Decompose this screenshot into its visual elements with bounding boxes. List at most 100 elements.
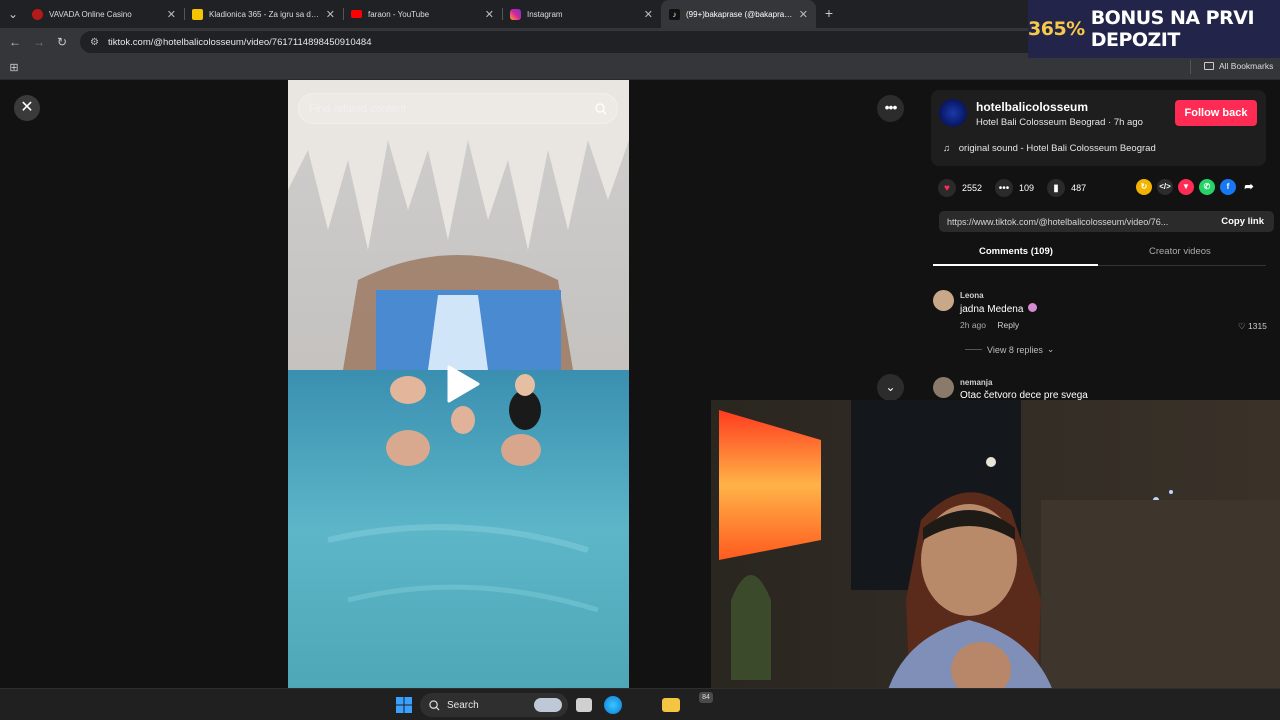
- tab-vavada[interactable]: VAVADA Online Casino ✕: [24, 0, 184, 28]
- promo-text: BONUS NA PRVI DEPOZIT: [1090, 7, 1255, 51]
- creator-info-card: hotelbalicolosseum Hotel Bali Colosseum …: [931, 90, 1266, 166]
- avatar[interactable]: [933, 290, 954, 311]
- sound-link[interactable]: ♫ original sound - Hotel Bali Colosseum …: [943, 143, 1156, 154]
- share-arrow-icon[interactable]: ➦: [1241, 179, 1257, 195]
- tab-kladionica[interactable]: Kladionica 365 - Za igru sa drug ✕: [184, 0, 343, 28]
- heart-outline-icon: ♡: [1238, 321, 1246, 331]
- instagram-favicon-icon: [510, 8, 521, 20]
- forward-arrow-icon[interactable]: →: [31, 34, 47, 50]
- close-icon[interactable]: ✕: [326, 8, 335, 21]
- share-link-box: https://www.tiktok.com/@hotelbalicolosse…: [939, 211, 1274, 232]
- comment-author[interactable]: Leona: [960, 291, 984, 300]
- more-options-button[interactable]: •••: [877, 95, 904, 122]
- tab-creator-videos[interactable]: Creator videos: [1149, 246, 1211, 257]
- search-icon[interactable]: [595, 102, 607, 115]
- repost-icon[interactable]: ↻: [1136, 179, 1152, 195]
- like-count: 2552: [962, 183, 983, 193]
- comment-item: nemanja Otac četvoro dece pre svega: [933, 377, 1273, 401]
- next-video-chevron-down-icon[interactable]: ⌄: [877, 374, 904, 401]
- facebook-icon[interactable]: f: [1220, 179, 1236, 195]
- youtube-favicon-icon: [351, 10, 362, 18]
- view-replies-label: View 8 replies: [987, 344, 1043, 355]
- comment-time: 2h ago: [960, 320, 986, 330]
- close-icon[interactable]: ✕: [644, 8, 653, 21]
- apps-grid-icon[interactable]: ⊞: [6, 60, 22, 76]
- creator-display-name: Hotel Bali Colosseum Beograd: [976, 117, 1106, 128]
- comment-like-count: 1315: [1248, 321, 1267, 331]
- send-icon[interactable]: ▼: [1178, 179, 1194, 195]
- comment-body: jadna Medena: [960, 304, 1024, 315]
- view-replies-button[interactable]: View 8 replies ⌄: [965, 344, 1054, 355]
- find-related-search[interactable]: Find related content: [298, 93, 618, 124]
- vavada-favicon-icon: [32, 8, 43, 20]
- bookmarks-divider: [1190, 60, 1191, 74]
- back-arrow-icon[interactable]: ←: [7, 34, 23, 50]
- search-icon: [429, 699, 440, 711]
- tab-youtube[interactable]: faraon - YouTube ✕: [343, 0, 502, 28]
- comment-bubble-icon: •••: [995, 179, 1014, 197]
- chevron-down-icon: ⌄: [1046, 344, 1055, 354]
- task-view-icon[interactable]: [576, 698, 592, 712]
- taskbar-search-label: Search: [447, 699, 479, 711]
- comment-like-button[interactable]: ♡ 1315: [1238, 321, 1267, 332]
- tab-title: VAVADA Online Casino: [49, 9, 132, 19]
- share-url[interactable]: https://www.tiktok.com/@hotelbalicolosse…: [939, 217, 1211, 227]
- tab-title: (99+)bakaprase (@bakaprase) |: [686, 9, 793, 19]
- url-text: tiktok.com/@hotelbalicolosseum/video/761…: [107, 36, 372, 48]
- copy-link-button[interactable]: Copy link: [1211, 216, 1274, 227]
- new-tab-button[interactable]: +: [821, 5, 837, 21]
- replies-divider: [965, 349, 982, 350]
- close-icon[interactable]: ✕: [799, 8, 808, 21]
- post-time: 7h ago: [1113, 117, 1143, 128]
- close-icon[interactable]: ✕: [167, 8, 176, 21]
- close-video-button[interactable]: ✕: [14, 95, 40, 121]
- panel-tabs: Comments (109) Creator videos: [933, 240, 1266, 266]
- bookmark-icon: ▮: [1047, 179, 1066, 197]
- whatsapp-icon[interactable]: ✆: [1199, 179, 1215, 195]
- close-icon[interactable]: ✕: [485, 8, 494, 21]
- engagement-stats: ♥ 2552 ••• 109 ▮ 487: [938, 178, 1099, 198]
- site-info-icon[interactable]: ⚙: [90, 37, 99, 48]
- promo-banner: 365% BONUS NA PRVI DEPOZIT: [1028, 0, 1280, 58]
- embed-icon[interactable]: </>: [1157, 179, 1173, 195]
- windows-taskbar: Search 84: [0, 688, 1280, 720]
- reply-button[interactable]: Reply: [997, 320, 1019, 330]
- like-button[interactable]: ♥ 2552: [938, 179, 982, 197]
- webcam-feed-image: [711, 400, 1280, 720]
- tab-tiktok[interactable]: ♪ (99+)bakaprase (@bakaprase) | ✕: [661, 0, 816, 28]
- sound-title: original sound - Hotel Bali Colosseum Be…: [958, 143, 1156, 154]
- emoji-icon: [1028, 303, 1038, 312]
- tab-search-chevron-icon[interactable]: ⌄: [5, 6, 21, 22]
- tab-instagram[interactable]: Instagram ✕: [502, 0, 661, 28]
- webcam-overlay: [711, 400, 1280, 720]
- follow-back-button[interactable]: Follow back: [1175, 100, 1257, 126]
- tab-comments[interactable]: Comments (109): [979, 246, 1053, 257]
- comment-count: 109: [1019, 183, 1035, 193]
- all-bookmarks-label: All Bookmarks: [1219, 61, 1274, 71]
- edge-browser-icon[interactable]: [604, 696, 622, 714]
- avatar[interactable]: [939, 99, 967, 127]
- comment-button[interactable]: ••• 109: [995, 179, 1034, 197]
- file-explorer-icon[interactable]: [662, 698, 680, 712]
- creator-username[interactable]: hotelbalicolosseum: [976, 100, 1088, 114]
- kladionica-favicon-icon: [192, 8, 203, 20]
- taskbar-search[interactable]: Search: [420, 693, 568, 717]
- avatar[interactable]: [933, 377, 954, 398]
- reload-icon[interactable]: ↻: [54, 34, 70, 50]
- creator-subline: Hotel Bali Colosseum Beograd · 7h ago: [976, 117, 1143, 128]
- comment-text: jadna Medena: [960, 303, 1038, 315]
- comment-author[interactable]: nemanja: [960, 378, 992, 387]
- comment-meta: 2h ago Reply: [960, 320, 1019, 330]
- play-icon[interactable]: [445, 364, 481, 404]
- search-highlight-icon: [534, 698, 562, 712]
- active-tab-indicator: [933, 264, 1098, 266]
- all-bookmarks-button[interactable]: All Bookmarks: [1204, 61, 1273, 71]
- windows-start-icon[interactable]: [396, 697, 412, 713]
- promo-percent: 365%: [1028, 18, 1085, 40]
- tiktok-favicon-icon: ♪: [669, 8, 680, 20]
- bookmarks-bar: ⊞ All Bookmarks: [0, 56, 1280, 80]
- save-button[interactable]: ▮ 487: [1047, 179, 1086, 197]
- save-count: 487: [1071, 183, 1087, 193]
- folder-icon: [1204, 62, 1214, 70]
- share-options: ↻ </> ▼ ✆ f ➦: [1136, 179, 1262, 195]
